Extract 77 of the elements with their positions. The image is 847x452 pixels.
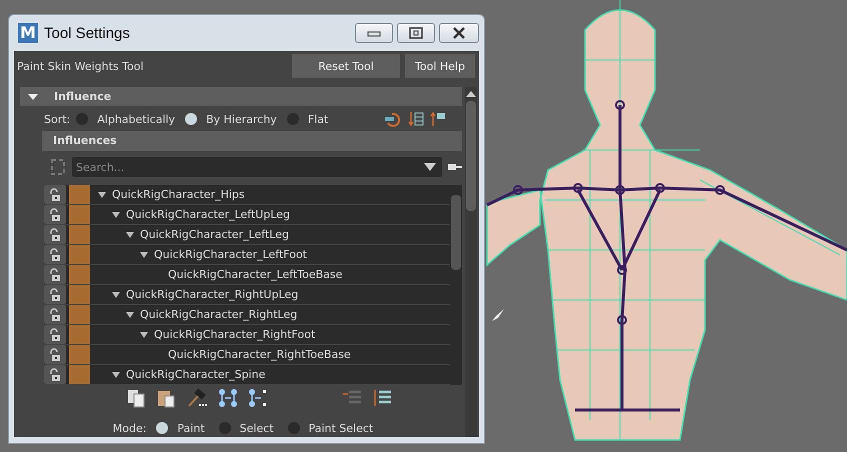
mode-radio[interactable]: Paint Select [288, 422, 374, 434]
color-swatch[interactable] [69, 225, 90, 244]
tree-item[interactable]: QuickRigCharacter_RightFoot [90, 325, 450, 344]
tool-name: Paint Skin Weights Tool [17, 60, 145, 72]
dropdown-arrow-icon [424, 163, 436, 171]
scrollbar[interactable] [465, 87, 477, 437]
sort-up-icon[interactable] [430, 111, 446, 127]
tree-item[interactable]: QuickRigCharacter_Spine [90, 365, 450, 384]
mode-label: Mode: [112, 422, 146, 434]
color-swatch[interactable] [69, 285, 90, 304]
collapse-arrow-icon[interactable] [28, 92, 38, 100]
close-icon [452, 27, 466, 39]
expand-arrow-icon[interactable] [126, 312, 134, 318]
lock-toggle-icon[interactable] [44, 225, 66, 244]
lock-toggle-icon[interactable] [44, 305, 66, 324]
expand-arrow-icon[interactable] [112, 372, 120, 378]
color-swatch[interactable] [69, 205, 90, 224]
tree-item[interactable]: QuickRigCharacter_RightToeBase [90, 345, 450, 364]
tree-item[interactable]: QuickRigCharacter_LeftLeg [90, 225, 450, 244]
expand-arrow-icon[interactable] [140, 252, 148, 258]
color-swatch[interactable] [69, 325, 90, 344]
lock-toggle-icon[interactable] [44, 365, 66, 384]
reset-tool-button[interactable]: Reset Tool [292, 54, 400, 78]
sort-label: Sort: [44, 112, 70, 126]
color-swatch[interactable] [69, 365, 90, 384]
rotate-icon[interactable] [384, 111, 402, 127]
tool-help-button[interactable]: Tool Help [405, 54, 475, 78]
lock-toggle-icon[interactable] [44, 345, 66, 364]
tree-item[interactable]: QuickRigCharacter_LeftToeBase [90, 265, 450, 284]
sort-radio[interactable]: Flat [286, 112, 328, 126]
tree-item[interactable]: QuickRigCharacter_RightUpLeg [90, 285, 450, 304]
sort-down-icon[interactable] [408, 111, 424, 127]
lock-toggle-icon[interactable] [44, 245, 66, 264]
color-swatch[interactable] [69, 245, 90, 264]
color-swatch[interactable] [69, 305, 90, 324]
color-swatch[interactable] [69, 185, 90, 204]
lock-toggle-icon[interactable] [44, 285, 66, 304]
copy-icon[interactable] [126, 388, 146, 408]
list-expand-icon[interactable] [372, 389, 392, 407]
tree-item[interactable]: QuickRigCharacter_Hips [90, 185, 450, 204]
pin-icon[interactable] [448, 162, 462, 172]
mode-radio[interactable]: Select [218, 422, 274, 434]
tree-item[interactable]: QuickRigCharacter_RightLeg [90, 305, 450, 324]
expand-arrow-icon[interactable] [98, 192, 106, 198]
joint-split-icon[interactable] [248, 388, 268, 408]
search-field[interactable]: Search... [72, 157, 418, 177]
app-logo: M [18, 23, 38, 43]
expand-arrow-icon[interactable] [112, 212, 120, 218]
joint-chain-icon[interactable] [218, 388, 238, 408]
dropdown-button[interactable] [418, 157, 442, 177]
lock-toggle-icon[interactable] [44, 325, 66, 344]
sort-radio[interactable]: By Hierarchy [185, 112, 277, 126]
close-button[interactable] [439, 23, 479, 43]
lock-toggle-icon[interactable] [44, 265, 66, 284]
section-header[interactable]: Influence [20, 87, 462, 106]
hammer-icon[interactable] [186, 388, 208, 408]
lock-toggle-icon[interactable] [44, 185, 66, 204]
expand-arrow-icon[interactable] [126, 232, 134, 238]
mode-radio[interactable]: Paint [156, 422, 205, 434]
expand-arrow-icon[interactable] [140, 332, 148, 338]
scrollbar[interactable] [450, 185, 462, 385]
color-swatch[interactable] [69, 265, 90, 284]
window-title: Tool Settings [44, 24, 131, 42]
minimize-button[interactable] [355, 23, 393, 43]
tree-item[interactable]: QuickRigCharacter_LeftUpLeg [90, 205, 450, 224]
lock-toggle-icon[interactable] [44, 205, 66, 224]
tree-item[interactable]: QuickRigCharacter_LeftFoot [90, 245, 450, 264]
minimize-icon [367, 29, 381, 37]
paste-icon[interactable] [156, 388, 176, 408]
sort-radio[interactable]: Alphabetically [76, 112, 176, 126]
scroll-up-icon[interactable] [466, 91, 476, 97]
influences-header: Influences [42, 131, 462, 151]
maximize-button[interactable] [397, 23, 435, 43]
expand-arrow-icon[interactable] [112, 292, 120, 298]
brush-cursor-icon [490, 307, 506, 323]
color-swatch[interactable] [69, 345, 90, 364]
restore-icon [409, 27, 423, 39]
